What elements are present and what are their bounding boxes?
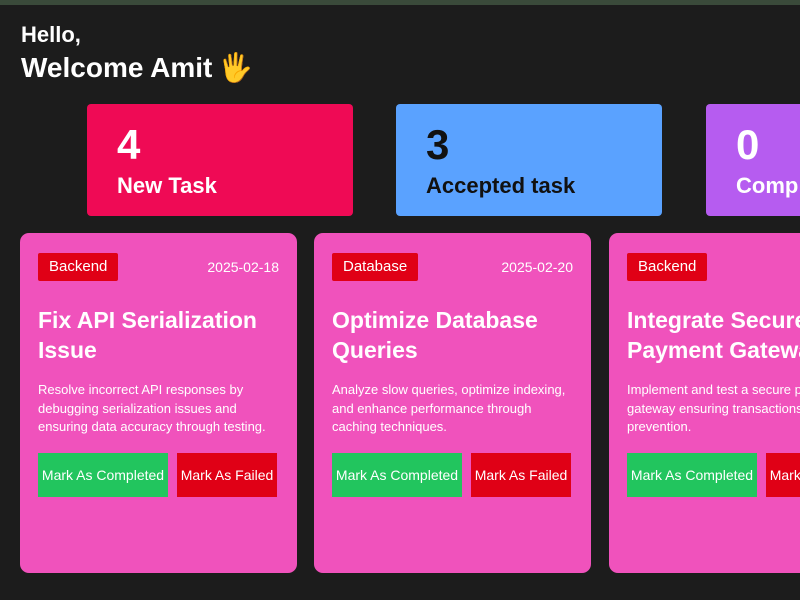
task-card: Backend 2025-02-18 Fix API Serialization… xyxy=(20,233,297,573)
stat-label: Comp xyxy=(736,173,799,198)
stat-card-completed-task: 0 Comp xyxy=(706,104,800,216)
task-card: Database 2025-02-20 Optimize Database Qu… xyxy=(314,233,591,573)
welcome-title: Welcome Amit 🖐 xyxy=(21,50,253,86)
task-card-header: Backend 2 xyxy=(627,253,782,281)
mark-completed-button[interactable]: Mark As Completed xyxy=(627,452,757,497)
mark-failed-button[interactable]: Mark As Failed xyxy=(471,452,571,497)
stat-count: 4 xyxy=(117,121,141,168)
task-description: Resolve incorrect API responses by debug… xyxy=(38,382,266,434)
task-actions: Mark As Completed Mark As Failed xyxy=(38,452,279,497)
category-badge: Database xyxy=(332,253,419,281)
mark-completed-button[interactable]: Mark As Completed xyxy=(332,452,462,497)
category-badge: Backend xyxy=(627,253,708,281)
task-card-header: Database 2025-02-20 xyxy=(332,253,573,281)
task-title: Fix API Serialization Issue xyxy=(38,307,257,363)
stat-count: 0 xyxy=(736,121,760,168)
window-top-strip xyxy=(0,0,800,5)
mark-completed-button[interactable]: Mark As Completed xyxy=(38,452,168,497)
stat-label: New Task xyxy=(117,173,217,198)
stat-card-accepted-task: 3 Accepted task xyxy=(396,104,662,216)
welcome-name: Welcome Amit xyxy=(21,52,213,83)
stat-card-new-task: 4 New Task xyxy=(87,104,353,216)
greeting-text: Hello, xyxy=(21,22,81,47)
task-title: Integrate Secure Payment Gateway xyxy=(627,307,800,363)
welcome-header: Hello, Welcome Amit 🖐 xyxy=(21,22,253,86)
task-description: Implement and test a secure payment gate… xyxy=(627,382,800,434)
waving-hand-icon: 🖐 xyxy=(218,52,254,83)
task-actions: Mark As Completed Mark As Failed xyxy=(332,452,573,497)
stat-count: 3 xyxy=(426,121,450,168)
stat-label: Accepted task xyxy=(426,173,576,198)
task-actions: Mark As Completed Mark As Failed xyxy=(627,452,800,497)
task-date: 2025-02-18 xyxy=(207,259,279,275)
task-date: 2025-02-20 xyxy=(501,259,573,275)
mark-failed-button[interactable]: Mark As Failed xyxy=(766,452,800,497)
task-card: Backend 2 Integrate Secure Payment Gatew… xyxy=(609,233,800,573)
task-title: Optimize Database Queries xyxy=(332,307,538,363)
task-description: Analyze slow queries, optimize indexing,… xyxy=(332,382,566,434)
mark-failed-button[interactable]: Mark As Failed xyxy=(177,452,277,497)
category-badge: Backend xyxy=(38,253,119,281)
task-card-header: Backend 2025-02-18 xyxy=(38,253,279,281)
